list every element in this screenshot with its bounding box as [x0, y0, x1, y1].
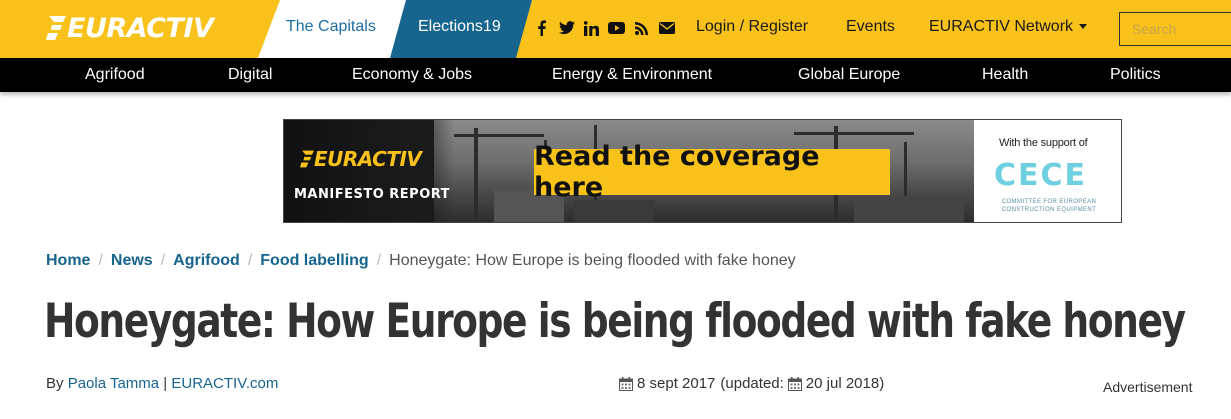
- support-text: With the support of: [999, 137, 1088, 149]
- nav-item-politics[interactable]: Politics: [1110, 66, 1161, 84]
- social-links: [531, 17, 681, 39]
- events-link[interactable]: Events: [846, 18, 895, 36]
- nav-item-health[interactable]: Health: [982, 66, 1028, 84]
- breadcrumb-news[interactable]: News: [111, 252, 153, 270]
- cece-logo: CECE: [994, 158, 1088, 193]
- outlet-link[interactable]: EURACTIV.com: [171, 375, 278, 392]
- login-register-link[interactable]: Login / Register: [696, 18, 808, 36]
- breadcrumb-separator: /: [247, 252, 253, 269]
- caret-down-icon: [1079, 24, 1088, 30]
- nav-item-agrifood[interactable]: Agrifood: [85, 66, 145, 84]
- banner-euractiv-logo: EURACTIV: [300, 147, 422, 171]
- cece-full-name: COMMITTEE FOR EUROPEAN CONSTRUCTION EQUI…: [1001, 199, 1097, 213]
- breadcrumb-separator: /: [376, 252, 382, 269]
- article-dates: 8 sept 2017 (updated: 20 jul 2018): [619, 375, 884, 392]
- article-title: Honeygate: How Europe is being flooded w…: [44, 294, 1186, 349]
- linkedin-icon[interactable]: [581, 17, 602, 39]
- byline-separator: |: [163, 375, 168, 392]
- read-coverage-button[interactable]: Read the coverage here: [534, 141, 890, 203]
- breadcrumb-home[interactable]: Home: [46, 252, 90, 270]
- logo-text: EURACTIV: [67, 12, 214, 44]
- breadcrumb-separator: /: [98, 252, 103, 269]
- euractiv-logo[interactable]: EURACTIV: [46, 12, 214, 44]
- sponsor-panel: With the support of CECE COMMITTEE FOR E…: [974, 120, 1121, 222]
- banner-left-panel: [284, 120, 454, 222]
- calendar-icon: [619, 376, 633, 391]
- nav-item-economy-jobs[interactable]: Economy & Jobs: [352, 66, 472, 84]
- euractiv-network-label: EURACTIV Network: [929, 18, 1074, 35]
- breadcrumb-agrifood[interactable]: Agrifood: [173, 252, 240, 270]
- tab-the-capitals-label: The Capitals: [286, 18, 376, 35]
- byline: By Paola Tamma | EURACTIV.com: [46, 375, 278, 392]
- youtube-icon[interactable]: [606, 17, 627, 39]
- tab-elections19-label: Elections19: [418, 18, 501, 35]
- banner-logo-text: EURACTIV: [314, 147, 422, 171]
- tab-elections19[interactable]: Elections19: [390, 0, 532, 58]
- updated-prefix: (updated:: [720, 375, 784, 392]
- breadcrumb-food-labelling[interactable]: Food labelling: [260, 252, 368, 270]
- nav-item-digital[interactable]: Digital: [228, 66, 272, 84]
- manifesto-report-label: MANIFESTO REPORT: [294, 187, 451, 202]
- facebook-icon[interactable]: [531, 17, 552, 39]
- logo-mark-icon: [46, 16, 66, 40]
- tab-the-capitals[interactable]: The Capitals: [258, 0, 406, 58]
- euractiv-network-dropdown[interactable]: EURACTIV Network: [929, 18, 1088, 36]
- author-link[interactable]: Paola Tamma: [68, 375, 159, 392]
- breadcrumb-separator: /: [160, 252, 166, 269]
- rss-icon[interactable]: [631, 17, 652, 39]
- published-date: 8 sept 2017: [637, 375, 716, 392]
- manifesto-report-banner[interactable]: EURACTIV MANIFESTO REPORT Read the cover…: [283, 119, 1122, 223]
- main-nav: Agrifood Digital Economy & Jobs Energy &…: [0, 58, 1231, 92]
- twitter-icon[interactable]: [556, 17, 577, 39]
- calendar-icon: [787, 376, 802, 391]
- envelope-icon[interactable]: [656, 17, 677, 39]
- breadcrumb-current: Honeygate: How Europe is being flooded w…: [389, 252, 796, 269]
- advertisement-label: Advertisement: [1103, 379, 1193, 395]
- nav-item-global-europe[interactable]: Global Europe: [798, 66, 900, 84]
- nav-item-energy-environment[interactable]: Energy & Environment: [552, 66, 712, 84]
- by-label: By: [46, 375, 64, 392]
- breadcrumb: Home / News / Agrifood / Food labelling …: [46, 252, 796, 270]
- search-input[interactable]: [1119, 12, 1231, 46]
- top-bar: EURACTIV The Capitals Elections19 Login …: [0, 0, 1231, 58]
- updated-date: 20 jul 2018): [805, 375, 885, 392]
